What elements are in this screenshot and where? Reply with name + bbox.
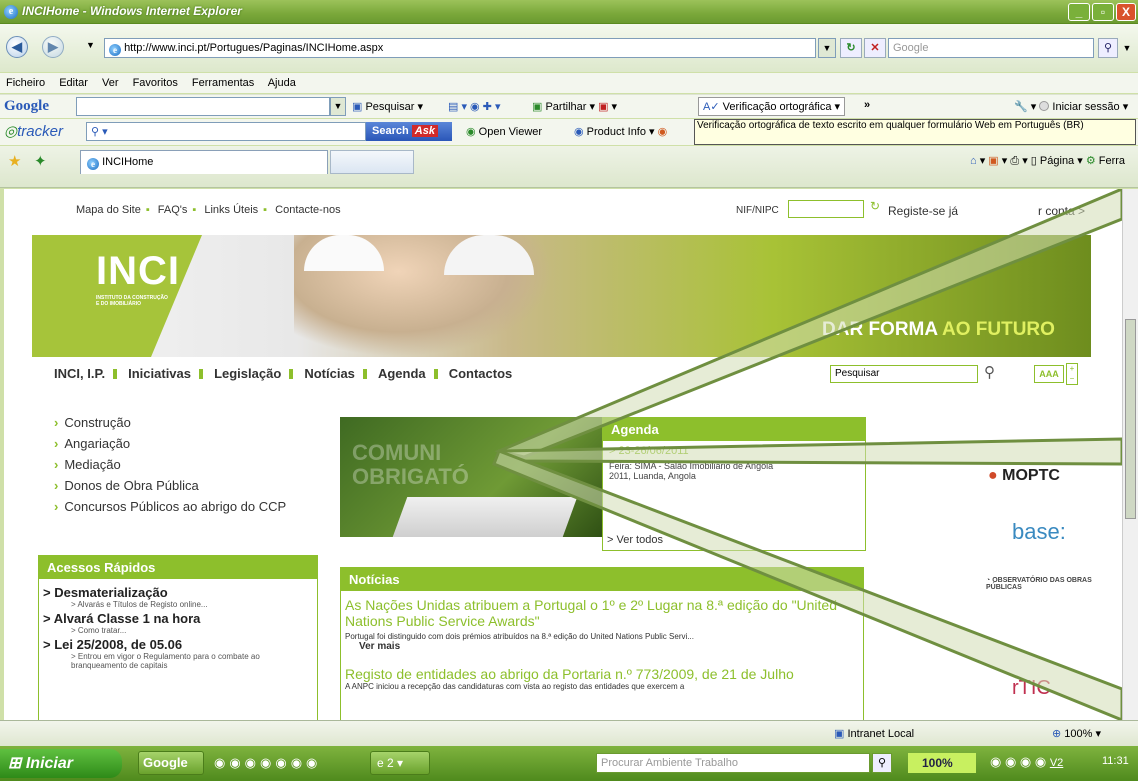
zone-indicator: ▣ Intranet Local <box>834 728 915 740</box>
google-search-input[interactable] <box>76 97 330 116</box>
more-chevron[interactable]: » <box>864 99 870 111</box>
search-box[interactable]: Google <box>888 38 1094 58</box>
google-deskbar[interactable]: Google <box>138 751 204 775</box>
toolbar-icons[interactable]: ▤ ▾ ◉ ✚ ▾ <box>448 100 500 113</box>
close-button[interactable]: X <box>1116 3 1136 21</box>
stop-icon[interactable]: ✕ <box>864 38 886 58</box>
tracker-toolbar: ◎tracker ⚲ ▾ Search Ask ◉ Open Viewer ◉ … <box>0 119 1138 145</box>
zoom-icon: ⊕ <box>1052 728 1062 740</box>
tab-inci-home[interactable]: e INCIHome <box>80 150 328 174</box>
url-dropdown-icon[interactable]: ▼ <box>818 38 836 58</box>
title-bar: e INCIHome - Windows Internet Explorer _… <box>0 0 1138 24</box>
quicklaunch-icons[interactable]: ◉◉◉◉◉◉◉ <box>214 755 321 771</box>
feeds-icon: ▣ <box>988 155 999 167</box>
menu-ferramentas[interactable]: Ferramentas <box>192 77 254 89</box>
google-search-button[interactable]: ▣ Pesquisar ▾ <box>352 100 423 113</box>
tray-icons[interactable]: ◉ ◉ ◉ ◉ V2 <box>990 754 1063 770</box>
forward-icon[interactable]: ▶ <box>42 36 64 58</box>
share-button[interactable]: ▣ Partilhar ▾ ▣ ▾ <box>532 100 617 113</box>
tab-page-icon: e <box>87 158 99 170</box>
menu-favoritos[interactable]: Favoritos <box>133 77 178 89</box>
spellcheck-button[interactable]: A✓ Verificação ortográfica ▾ <box>698 97 846 116</box>
battery-indicator: 100% <box>908 753 976 773</box>
start-button[interactable]: ⊞ Iniciar <box>0 749 122 778</box>
magnifier-icon: ⚲ ▾ <box>91 126 108 138</box>
tools-gear-icon: ⚙ <box>1085 155 1096 167</box>
extra-icon: ◉ <box>657 126 668 138</box>
menu-editar[interactable]: Editar <box>59 77 88 89</box>
wrench-icon: 🔧 <box>1014 101 1028 113</box>
spellcheck-icon: A✓ <box>703 101 720 113</box>
tracker-logo: ◎tracker <box>4 123 63 140</box>
favorites-star-icon[interactable]: ★ <box>8 152 21 170</box>
signin-button[interactable]: 🔧 ▾ Iniciar sessão ▾ <box>1014 100 1128 113</box>
scroll-thumb[interactable] <box>1125 319 1136 519</box>
menu-ficheiro[interactable]: Ficheiro <box>6 77 45 89</box>
signin-icon <box>1039 101 1050 111</box>
page-icon: e <box>109 44 121 56</box>
window-title: INCIHome - Windows Internet Explorer <box>22 4 242 18</box>
menu-ver[interactable]: Ver <box>102 77 119 89</box>
google-logo: Google <box>4 98 49 114</box>
ie-logo-icon: e <box>4 5 18 19</box>
address-bar-area: ◀ ▶ ▼ e http://www.inci.pt/Portugues/Pag… <box>0 24 1138 72</box>
google-toolbar: Google ▼ ▣ Pesquisar ▾ ▤ ▾ ◉ ✚ ▾ ▣ Parti… <box>0 94 1138 118</box>
spellcheck-tooltip: Verificação ortográfica de texto escrito… <box>694 119 1136 145</box>
add-favorites-icon[interactable]: ✦ <box>34 152 47 170</box>
minimize-button[interactable]: _ <box>1068 3 1090 21</box>
page-menu-icon: ▯ <box>1030 155 1037 167</box>
share-icon: ▣ <box>532 101 543 113</box>
product-info-button[interactable]: ◉ Product Info ▾ ◉ <box>574 125 667 138</box>
status-bar: ▣ Intranet Local ⊕ 100% ▾ <box>0 720 1138 746</box>
desktop-search-icon[interactable]: ⚲ <box>872 753 892 773</box>
google-g-icon: ▣ <box>352 101 363 113</box>
ie-task-icon: e <box>377 756 384 770</box>
web-page: Mapa do Site ▪ FAQ's ▪ Links Úteis ▪ Contac… <box>4 189 1122 720</box>
decorative-overlay <box>492 189 1122 720</box>
history-dropdown-icon[interactable]: ▼ <box>86 40 95 50</box>
viewer-icon: ◉ <box>466 126 476 138</box>
open-viewer-button[interactable]: ◉ Open Viewer <box>466 125 542 138</box>
windows-flag-icon: ⊞ <box>8 755 22 772</box>
search-icon[interactable]: ⚲ <box>1098 38 1118 58</box>
ie-task-button[interactable]: e 2 ▾ <box>370 751 430 775</box>
menu-ajuda[interactable]: Ajuda <box>268 77 296 89</box>
back-icon[interactable]: ◀ <box>6 36 28 58</box>
desktop-search-input[interactable]: Procurar Ambiente Trabalho <box>596 753 870 773</box>
intranet-icon: ▣ <box>834 728 845 740</box>
zoom-control[interactable]: ⊕ 100% ▾ <box>1052 727 1101 740</box>
new-tab-button[interactable] <box>330 150 414 174</box>
print-icon: ⎙ <box>1010 155 1020 167</box>
taskbar: ⊞ Iniciar Google ◉◉◉◉◉◉◉ e 2 ▾ Procurar … <box>0 746 1138 781</box>
url-field[interactable]: e http://www.inci.pt/Portugues/Paginas/I… <box>104 38 816 58</box>
info-icon: ◉ <box>574 126 584 138</box>
refresh-icon[interactable]: ↻ <box>840 38 862 58</box>
search-options-icon[interactable]: ▼ <box>1120 38 1134 58</box>
vertical-scrollbar[interactable] <box>1122 189 1138 720</box>
tracker-search-input[interactable]: ⚲ ▾ <box>86 122 366 141</box>
maximize-button[interactable]: ▫ <box>1092 3 1114 21</box>
tracker-search-button[interactable]: Search Ask <box>366 122 452 141</box>
home-icon: ⌂ <box>970 155 977 167</box>
clock: 11:31 <box>1102 755 1129 767</box>
menu-bar: Ficheiro Editar Ver Favoritos Ferramenta… <box>0 73 1138 93</box>
command-bar[interactable]: ⌂ ▾ ▣ ▾ ⎙ ▾ ▯ Página ▾ ⚙ Ferra <box>970 154 1125 168</box>
tracker-icon: ◎ <box>4 123 18 140</box>
google-dropdown-icon[interactable]: ▼ <box>330 97 346 116</box>
favorites-bar: ★ ✦ e INCIHome ⌂ ▾ ▣ ▾ ⎙ ▾ ▯ Página ▾ ⚙ … <box>0 146 1138 188</box>
translate-icon: ▣ <box>598 101 609 113</box>
